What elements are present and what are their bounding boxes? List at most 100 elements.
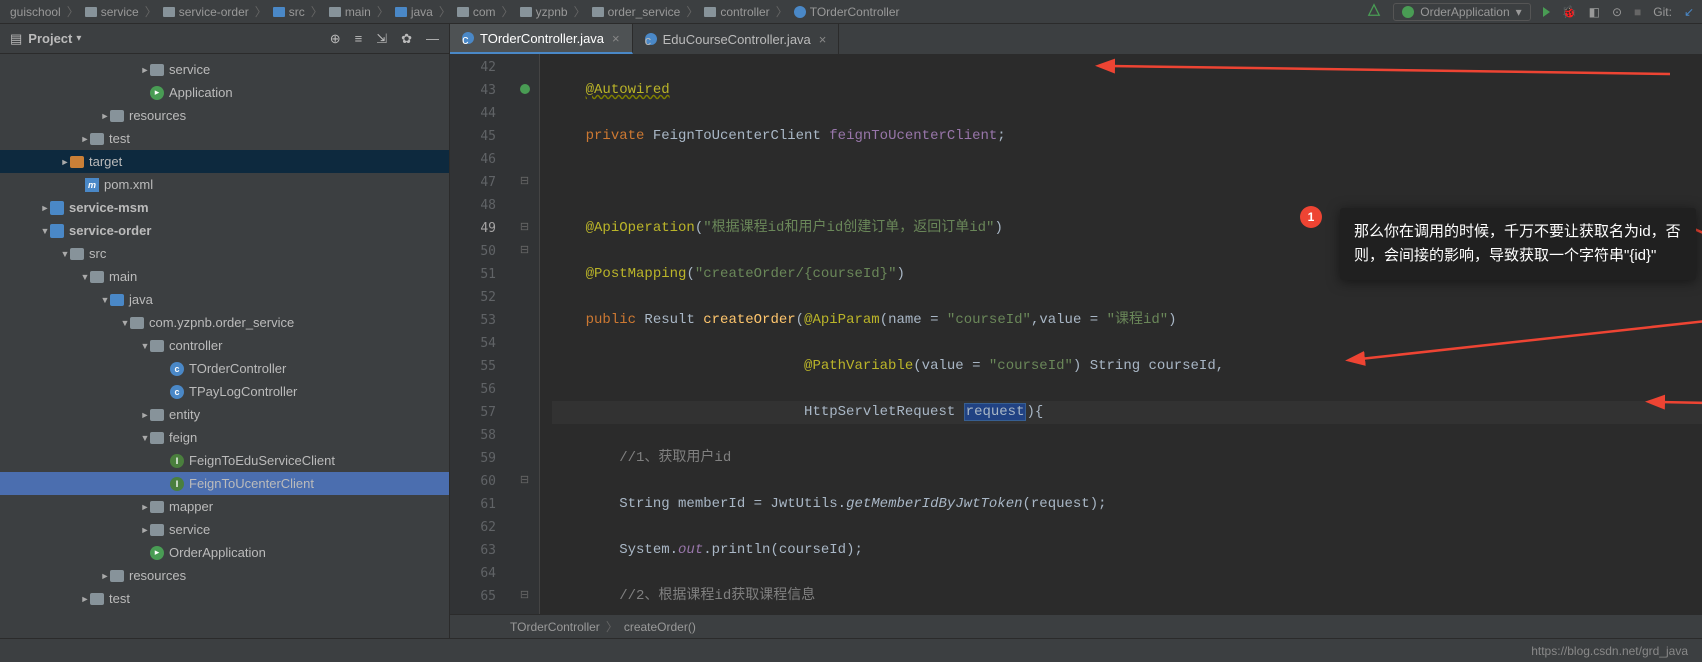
gutter-mark[interactable]: ⊟ [510,169,539,192]
run-icon[interactable] [1543,7,1550,17]
crumb-yzpnb[interactable]: yzpnb [520,5,568,19]
project-dropdown-icon[interactable]: ▾ [76,33,81,44]
gutter-mark[interactable] [510,537,539,560]
gutter-icons[interactable]: ⊟ ⊟ ⊟ ⊟ ⊟ [510,54,540,614]
run-gutter-icon[interactable] [520,84,530,94]
crumb-src[interactable]: src [273,5,305,19]
gutter-mark[interactable] [510,445,539,468]
tree-arrow-icon[interactable]: ► [100,111,110,121]
tree-item[interactable]: ►target [0,150,449,173]
hide-icon[interactable]: — [426,31,439,47]
fold-icon[interactable]: ⊟ [520,243,529,256]
tree-item[interactable]: ▼com.yzpnb.order_service [0,311,449,334]
gutter-mark[interactable] [510,261,539,284]
tree-item[interactable]: ▼main [0,265,449,288]
crumb-com[interactable]: com [457,5,496,19]
tree-arrow-icon[interactable]: ▼ [60,249,70,259]
gutter-mark[interactable] [510,123,539,146]
tree-arrow-icon[interactable]: ▼ [40,226,50,236]
line-number[interactable]: 44 [450,102,510,125]
crumb-controller[interactable]: controller [704,5,769,19]
tree-arrow-icon[interactable]: ▼ [140,341,150,351]
line-number[interactable]: 49 [450,217,510,240]
tree-arrow-icon[interactable]: ▼ [120,318,130,328]
tree-arrow-icon[interactable]: ► [100,571,110,581]
crumb-method-name[interactable]: createOrder() [624,620,696,634]
line-number[interactable]: 62 [450,516,510,539]
tree-item[interactable]: cTOrderController [0,357,449,380]
tree-arrow-icon[interactable]: ▼ [80,272,90,282]
tree-arrow-icon[interactable]: ► [140,525,150,535]
line-number[interactable]: 52 [450,286,510,309]
line-number-gutter[interactable]: 4243444546474849505152535455565758596061… [450,54,510,614]
stop-icon[interactable]: ■ [1634,5,1641,19]
tree-item[interactable]: ►mapper [0,495,449,518]
tree-item[interactable]: ▸OrderApplication [0,541,449,564]
line-number[interactable]: 64 [450,562,510,585]
tree-item[interactable]: ▼feign [0,426,449,449]
tree-item[interactable]: ►service-msm [0,196,449,219]
fold-icon[interactable]: ⊟ [520,588,529,601]
gutter-mark[interactable] [510,330,539,353]
tree-arrow-icon[interactable]: ▼ [140,433,150,443]
tree-item[interactable]: ▼java [0,288,449,311]
fold-icon[interactable]: ⊟ [520,174,529,187]
tree-item[interactable]: ►resources [0,564,449,587]
git-update-icon[interactable]: ↙ [1684,5,1694,19]
collapse-all-icon[interactable]: ⇲ [376,31,387,47]
line-number[interactable]: 47 [450,171,510,194]
gutter-mark[interactable] [510,54,539,77]
tree-item[interactable]: ▼src [0,242,449,265]
line-number[interactable]: 58 [450,424,510,447]
gutter-mark[interactable] [510,307,539,330]
fold-icon[interactable]: ⊟ [520,220,529,233]
close-icon[interactable]: × [612,31,620,46]
gutter-mark[interactable] [510,399,539,422]
gutter-mark[interactable]: ⊟ [510,238,539,261]
crumb-service-order[interactable]: service-order [163,5,249,19]
gutter-mark[interactable] [510,491,539,514]
crumb-class-name[interactable]: TOrderController [510,620,600,634]
debug-icon[interactable]: 🐞 [1562,5,1577,19]
line-number[interactable]: 57 [450,401,510,424]
sidebar-title[interactable]: Project [28,31,72,46]
gutter-mark[interactable] [510,284,539,307]
line-number[interactable]: 56 [450,378,510,401]
tab-edu-course-controller[interactable]: cEduCourseController.java× [633,24,840,54]
line-number[interactable]: 63 [450,539,510,562]
gutter-mark[interactable] [510,422,539,445]
profile-icon[interactable]: ⊙ [1612,5,1622,19]
gutter-mark[interactable]: ⊟ [510,468,539,491]
tree-arrow-icon[interactable]: ► [140,410,150,420]
project-tree[interactable]: ►service▸Application►resources►test►targ… [0,54,449,638]
fold-icon[interactable]: ⊟ [520,473,529,486]
coverage-icon[interactable]: ◧ [1589,5,1600,19]
line-number[interactable]: 61 [450,493,510,516]
tree-item[interactable]: IFeignToEduServiceClient [0,449,449,472]
tree-arrow-icon[interactable]: ► [80,594,90,604]
select-opened-icon[interactable]: ⊕ [330,31,341,47]
tree-arrow-icon[interactable]: ► [140,502,150,512]
line-number[interactable]: 55 [450,355,510,378]
gutter-mark[interactable] [510,353,539,376]
run-configuration[interactable]: OrderApplication ▾ [1393,3,1530,21]
line-number[interactable]: 42 [450,56,510,79]
gutter-mark[interactable]: ⊟ [510,215,539,238]
line-number[interactable]: 50 [450,240,510,263]
tree-item[interactable]: ►service [0,58,449,81]
tree-arrow-icon[interactable]: ► [80,134,90,144]
tree-item[interactable]: ▸Application [0,81,449,104]
line-number[interactable]: 48 [450,194,510,217]
line-number[interactable]: 43 [450,79,510,102]
line-number[interactable]: 54 [450,332,510,355]
line-number[interactable]: 60 [450,470,510,493]
line-number[interactable]: 51 [450,263,510,286]
crumb-class[interactable]: TOrderController [794,5,900,19]
gutter-mark[interactable] [510,560,539,583]
tree-item[interactable]: ▼controller [0,334,449,357]
crumb-root[interactable]: guischool [10,5,61,19]
tree-arrow-icon[interactable]: ► [60,157,70,167]
code-editor[interactable]: @Autowired private FeignToUcenterClient … [540,54,1702,614]
crumb-java[interactable]: java [395,5,433,19]
project-tool-icon[interactable]: ▤ [10,31,22,47]
